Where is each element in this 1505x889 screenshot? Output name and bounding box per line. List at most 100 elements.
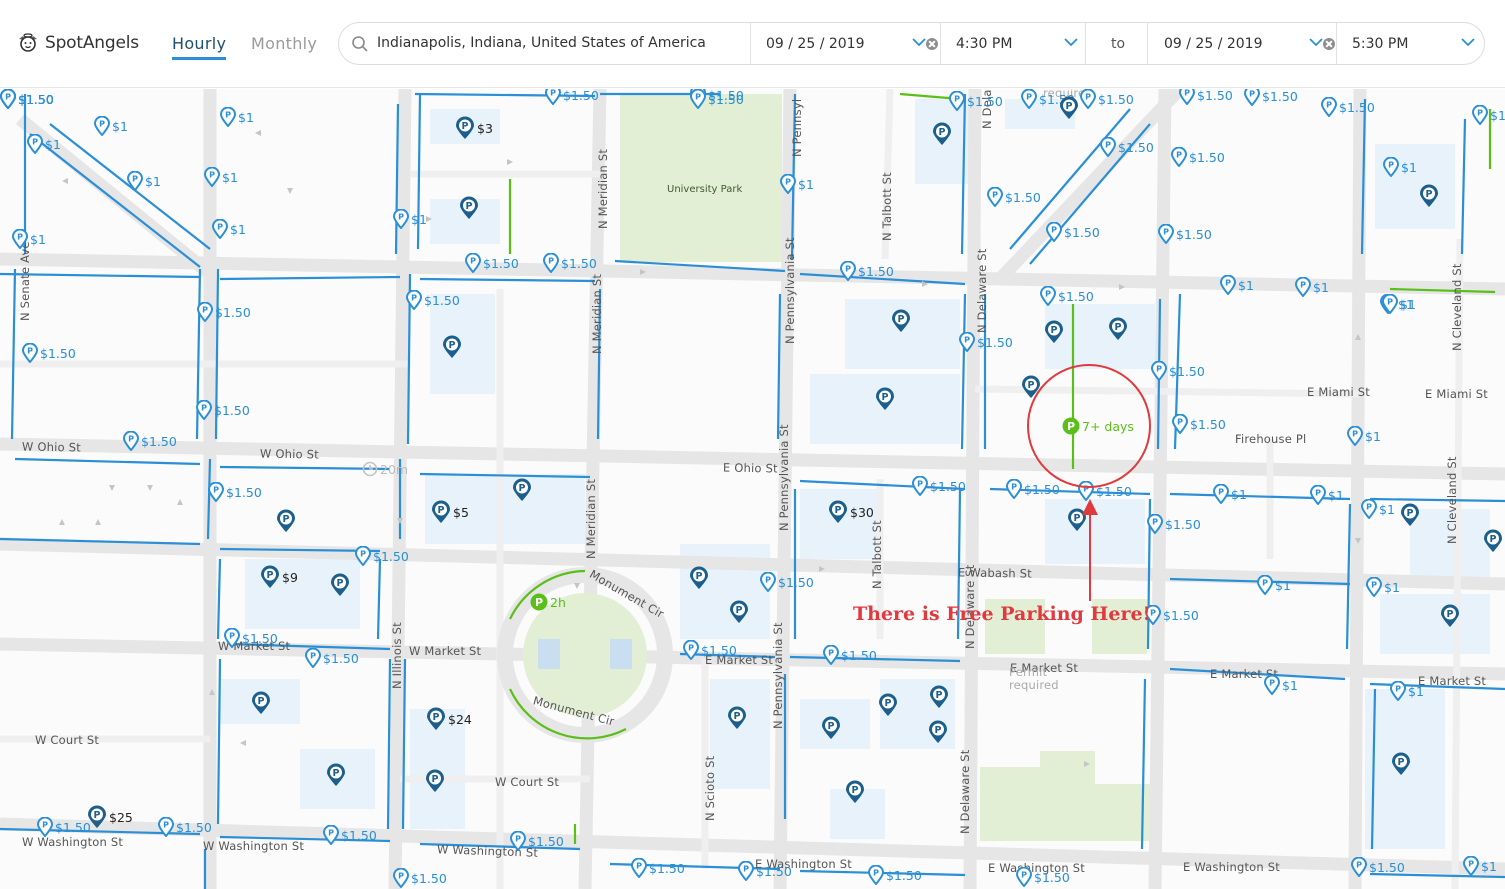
garage-pin[interactable]: P bbox=[1067, 508, 1087, 532]
garage-pin[interactable]: P bbox=[1044, 320, 1064, 344]
street-parking-pin[interactable]: P $1.50 bbox=[196, 400, 250, 420]
garage-pin[interactable]: P bbox=[727, 706, 747, 730]
street-parking-pin[interactable]: P $1.50 bbox=[1151, 361, 1205, 381]
garage-pin[interactable]: P $9 bbox=[260, 565, 298, 589]
street-parking-pin[interactable]: P $1.50 bbox=[1244, 89, 1298, 106]
parking-map[interactable]: University Park N Senate Ave N Meridian … bbox=[0, 89, 1505, 889]
garage-pin[interactable]: P $25 bbox=[87, 805, 133, 829]
street-parking-pin[interactable]: P $1 bbox=[1383, 157, 1417, 177]
street-parking-pin[interactable]: P $1.50 bbox=[738, 861, 792, 881]
garage-pin[interactable]: P bbox=[1059, 96, 1079, 120]
street-parking-pin[interactable]: P $1 bbox=[1366, 577, 1400, 597]
garage-pin[interactable]: P bbox=[459, 196, 479, 220]
street-parking-pin[interactable]: P $1.50 bbox=[197, 302, 251, 322]
street-parking-pin[interactable]: P $1.50 bbox=[355, 546, 409, 566]
street-parking-pin[interactable]: P $1 bbox=[127, 171, 161, 191]
garage-pin[interactable]: P bbox=[276, 509, 296, 533]
street-parking-pin[interactable]: P $1 bbox=[1463, 856, 1497, 876]
street-parking-pin[interactable]: P $1.50 bbox=[987, 187, 1041, 207]
street-parking-pin[interactable]: P $1.50 bbox=[683, 640, 737, 660]
street-parking-pin[interactable]: P $1.50 bbox=[1046, 222, 1100, 242]
garage-pin[interactable]: P bbox=[326, 763, 346, 787]
street-parking-pin[interactable]: P $1.50 bbox=[1078, 481, 1132, 501]
street-parking-pin[interactable]: P $1 bbox=[204, 167, 238, 187]
street-parking-pin[interactable]: P $1.50 bbox=[406, 290, 460, 310]
garage-pin[interactable]: P $3 bbox=[455, 116, 493, 140]
street-parking-pin[interactable]: P $1.50 bbox=[323, 825, 377, 845]
garage-pin[interactable]: P bbox=[1400, 503, 1420, 527]
free-parking-pin[interactable]: P 2h bbox=[530, 593, 566, 611]
street-parking-pin[interactable]: P $1 bbox=[1361, 499, 1395, 519]
street-parking-pin[interactable]: P $1.50 bbox=[123, 431, 177, 451]
garage-pin[interactable]: P bbox=[1021, 375, 1041, 399]
clear-end-date-icon[interactable] bbox=[1323, 38, 1335, 50]
clear-start-date-icon[interactable] bbox=[926, 38, 938, 50]
garage-pin[interactable]: P bbox=[932, 122, 952, 146]
street-parking-pin[interactable]: P $1.50 bbox=[1351, 857, 1405, 877]
street-parking-pin[interactable]: P $1.50 bbox=[1171, 147, 1225, 167]
chevron-down-icon[interactable] bbox=[1461, 38, 1475, 47]
garage-pin[interactable]: P $24 bbox=[426, 707, 472, 731]
garage-pin[interactable]: P bbox=[891, 309, 911, 333]
street-parking-pin[interactable]: P $1.50 bbox=[1158, 224, 1212, 244]
start-date-field[interactable]: 09 / 25 / 2019 bbox=[766, 36, 865, 52]
street-parking-pin[interactable]: P $1.50 bbox=[868, 865, 922, 885]
garage-pin[interactable]: P bbox=[512, 478, 532, 502]
street-parking-pin[interactable]: P $1.50 bbox=[1016, 867, 1070, 887]
garage-pin[interactable]: P bbox=[425, 769, 445, 793]
spotangels-logo[interactable]: SpotAngels bbox=[16, 30, 139, 56]
street-parking-pin[interactable]: P $1.50 bbox=[543, 253, 597, 273]
street-parking-pin[interactable]: P $1.50 bbox=[208, 482, 262, 502]
garage-pin[interactable]: P bbox=[1108, 317, 1128, 341]
street-parking-pin[interactable]: P $1 bbox=[12, 229, 46, 249]
garage-pin[interactable]: P bbox=[821, 716, 841, 740]
street-parking-pin[interactable]: P $1.50 bbox=[1321, 97, 1375, 117]
garage-pin[interactable]: P $5 bbox=[431, 500, 469, 524]
chevron-down-icon[interactable] bbox=[1064, 38, 1078, 47]
street-parking-pin[interactable]: P $1.50 bbox=[22, 343, 76, 363]
start-time-field[interactable]: 4:30 PM bbox=[956, 36, 1012, 52]
street-parking-pin[interactable]: P $1.50 bbox=[158, 817, 212, 837]
street-parking-pin[interactable]: P $1.50 bbox=[760, 572, 814, 592]
location-search-input[interactable] bbox=[377, 35, 737, 51]
street-parking-pin[interactable]: P $1.50 bbox=[37, 817, 91, 837]
street-parking-pin[interactable]: P $1.50 bbox=[1006, 479, 1060, 499]
street-parking-pin[interactable]: P $1 bbox=[220, 107, 254, 127]
garage-pin[interactable]: P bbox=[1440, 604, 1460, 628]
garage-pin[interactable]: P bbox=[928, 720, 948, 744]
garage-pin[interactable]: P $30 bbox=[828, 500, 874, 524]
street-parking-pin[interactable]: P $1.50 bbox=[1080, 89, 1134, 109]
street-parking-pin[interactable]: P $1 bbox=[1257, 575, 1291, 595]
garage-pin[interactable]: P bbox=[1483, 529, 1503, 553]
street-parking-pin[interactable]: P $1.50 bbox=[1172, 414, 1226, 434]
street-parking-pin[interactable]: P $1 bbox=[1220, 275, 1254, 295]
street-parking-pin[interactable]: P $1.50 bbox=[631, 858, 685, 878]
street-parking-pin[interactable]: P $1 bbox=[1213, 484, 1247, 504]
time-limit-marker[interactable]: 20m bbox=[362, 461, 408, 477]
street-parking-pin[interactable]: P $1 bbox=[1295, 277, 1329, 297]
street-parking-pin[interactable]: P $1.50 bbox=[1179, 89, 1233, 105]
street-parking-pin[interactable]: P $1 bbox=[780, 174, 814, 194]
street-parking-pin[interactable]: P $1.50 bbox=[823, 645, 877, 665]
street-parking-pin[interactable]: P $1.50 bbox=[949, 91, 1003, 111]
street-parking-pin[interactable]: P $1.50 bbox=[1100, 137, 1154, 157]
street-parking-pin[interactable]: P $1 bbox=[27, 134, 61, 154]
garage-pin[interactable]: P bbox=[875, 387, 895, 411]
chevron-down-icon[interactable] bbox=[912, 38, 926, 47]
street-parking-pin[interactable]: P $1 bbox=[1264, 675, 1298, 695]
garage-pin[interactable]: P bbox=[330, 573, 350, 597]
garage-pin[interactable]: P bbox=[845, 780, 865, 804]
street-parking-pin[interactable]: P $1.50 bbox=[690, 89, 744, 109]
street-parking-pin[interactable]: P $1 bbox=[1390, 681, 1424, 701]
end-date-field[interactable]: 09 / 25 / 2019 bbox=[1164, 36, 1263, 52]
street-parking-pin[interactable]: P $1.50 bbox=[510, 831, 564, 851]
street-parking-pin[interactable]: P $1.50 bbox=[224, 628, 278, 648]
street-parking-pin[interactable]: P $1.50 bbox=[959, 332, 1013, 352]
street-parking-pin[interactable]: P $1.50 bbox=[545, 89, 599, 105]
street-parking-pin[interactable]: P $1.50 bbox=[305, 648, 359, 668]
street-parking-pin[interactable]: P $1 bbox=[1347, 426, 1381, 446]
garage-pin[interactable]: P bbox=[929, 685, 949, 709]
free-parking-pin[interactable]: P 7+ days bbox=[1062, 417, 1134, 435]
end-time-field[interactable]: 5:30 PM bbox=[1352, 36, 1408, 52]
chevron-down-icon[interactable] bbox=[1309, 38, 1323, 47]
